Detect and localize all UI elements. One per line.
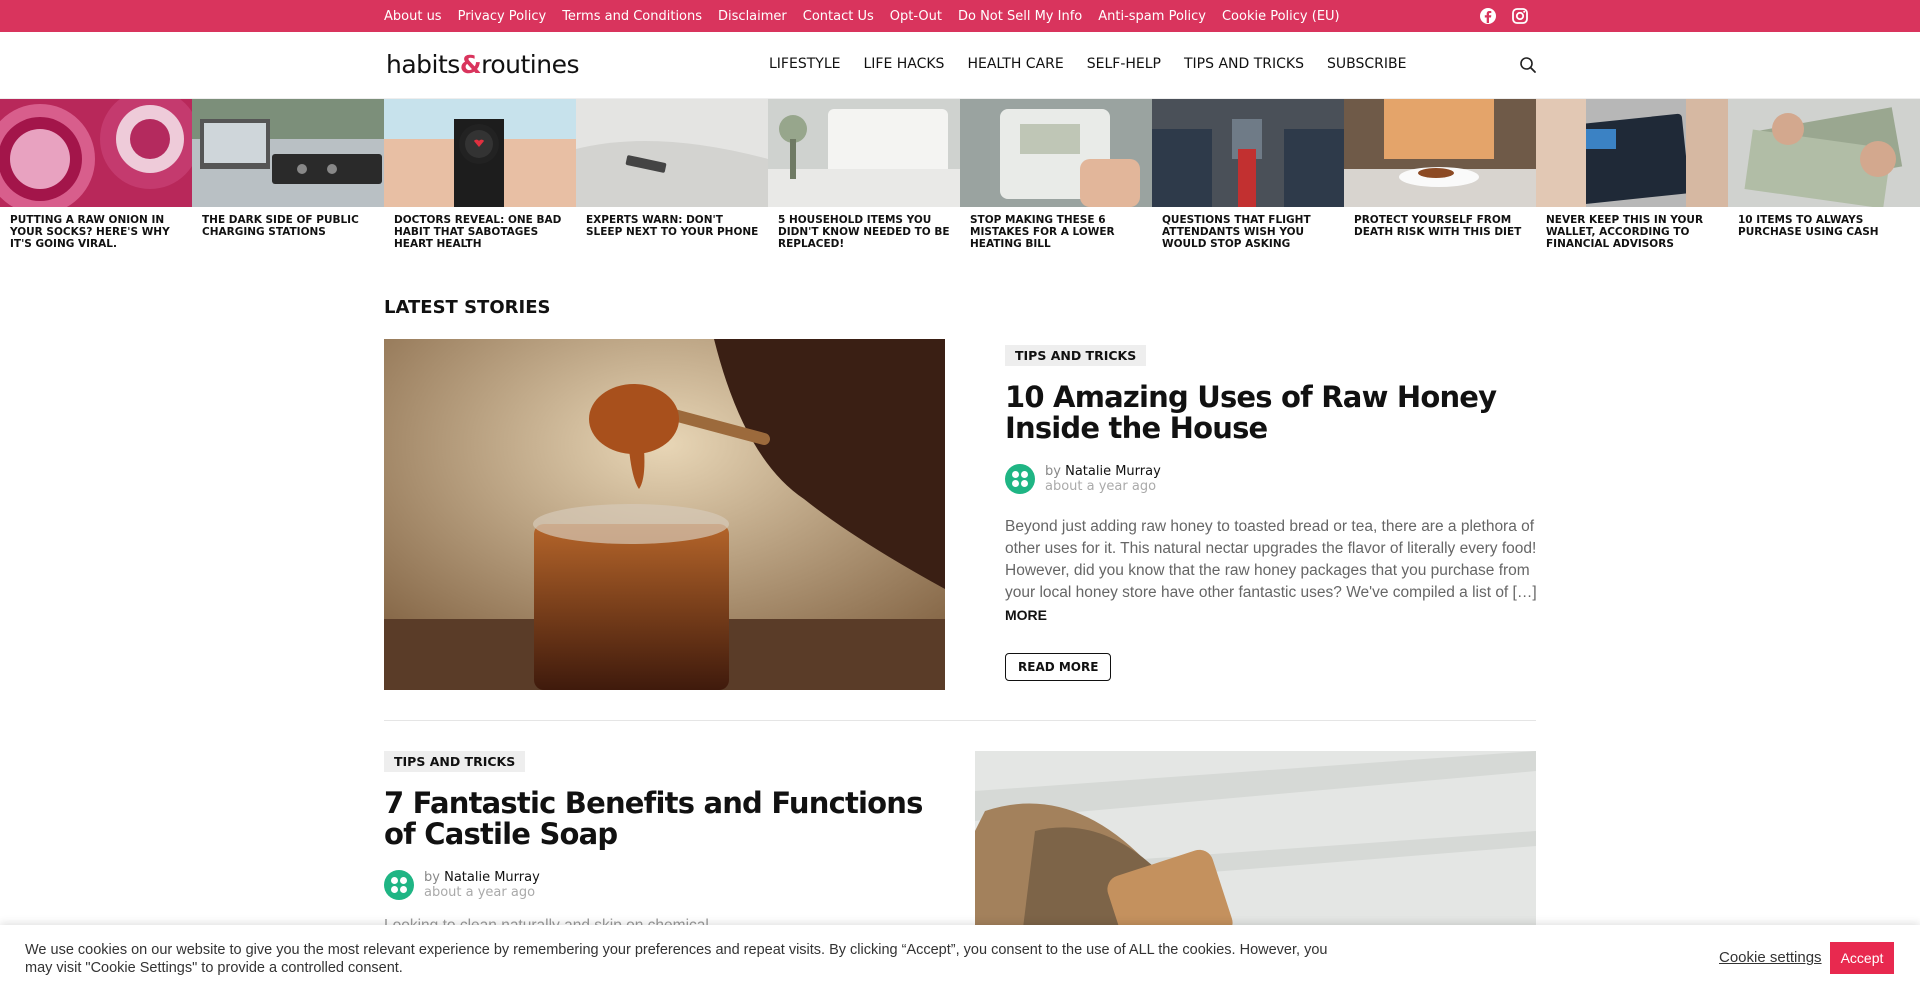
post-second: TIPS AND TRICKS 7 Fantastic Benefits and…: [384, 751, 924, 900]
strip-item[interactable]: EXPERTS WARN: DON'T SLEEP NEXT TO YOUR P…: [576, 99, 768, 259]
top-bar: About us Privacy Policy Terms and Condit…: [0, 0, 1920, 32]
strip-item[interactable]: DOCTORS REVEAL: ONE BAD HABIT THAT SABOT…: [384, 99, 576, 259]
strip-item[interactable]: 10 ITEMS TO ALWAYS PURCHASE USING CASH: [1728, 99, 1920, 259]
strip-caption: EXPERTS WARN: DON'T SLEEP NEXT TO YOUR P…: [586, 214, 759, 238]
strip-thumbnail: [1728, 99, 1920, 209]
post-featured-image[interactable]: [384, 339, 945, 690]
strip-caption: NEVER KEEP THIS IN YOUR WALLET, ACCORDIN…: [1546, 214, 1704, 250]
author-link[interactable]: Natalie Murray: [444, 870, 540, 885]
strip-thumbnail: [576, 99, 768, 207]
logo-text-routines: routines: [481, 50, 579, 79]
nav-self-help[interactable]: SELF-HELP: [1087, 56, 1161, 72]
read-more-button[interactable]: READ MORE: [1005, 653, 1112, 681]
link-do-not-sell[interactable]: Do Not Sell My Info: [958, 9, 1082, 24]
strip-item[interactable]: THE DARK SIDE OF PUBLIC CHARGING STATION…: [192, 99, 384, 259]
nav-tips-and-tricks[interactable]: TIPS AND TRICKS: [1184, 56, 1304, 72]
link-opt-out[interactable]: Opt-Out: [890, 9, 942, 24]
post-byline: by Natalie Murray about a year ago: [384, 870, 924, 900]
link-privacy-policy[interactable]: Privacy Policy: [458, 9, 547, 24]
post-title[interactable]: 10 Amazing Uses of Raw Honey Inside the …: [1005, 382, 1537, 444]
strip-thumbnail: [0, 89, 200, 214]
divider: [384, 720, 1536, 721]
strip-thumbnail: [768, 99, 960, 207]
strip-caption: DOCTORS REVEAL: ONE BAD HABIT THAT SABOT…: [394, 214, 562, 250]
category-badge[interactable]: TIPS AND TRICKS: [384, 751, 526, 772]
nav-health-care[interactable]: HEALTH CARE: [967, 56, 1063, 72]
strip-thumbnail: [384, 99, 576, 207]
section-title: LATEST STORIES: [384, 297, 551, 318]
post-featured: TIPS AND TRICKS 10 Amazing Uses of Raw H…: [1005, 345, 1537, 681]
post-excerpt: Beyond just adding raw honey to toasted …: [1005, 516, 1537, 627]
excerpt-text: Beyond just adding raw honey to toasted …: [1005, 518, 1537, 601]
avatar[interactable]: [384, 870, 414, 900]
strip-thumbnail: [1344, 99, 1536, 207]
post-date: about a year ago: [424, 885, 536, 900]
link-terms[interactable]: Terms and Conditions: [562, 9, 702, 24]
strip-caption: STOP MAKING THESE 6 MISTAKES FOR A LOWER…: [970, 214, 1115, 250]
strip-caption: PROTECT YOURSELF FROM DEATH RISK WITH TH…: [1354, 214, 1522, 238]
strip-caption: QUESTIONS THAT FLIGHT ATTENDANTS WISH YO…: [1162, 214, 1311, 250]
strip-thumbnail: [1536, 99, 1728, 207]
cookie-message: We use cookies on our website to give yo…: [25, 942, 1328, 976]
strip-caption: 5 HOUSEHOLD ITEMS YOU DIDN'T KNOW NEEDED…: [778, 214, 950, 250]
more-link[interactable]: MORE: [1005, 607, 1047, 623]
link-cookie-policy[interactable]: Cookie Policy (EU): [1222, 9, 1340, 24]
strip-item[interactable]: QUESTIONS THAT FLIGHT ATTENDANTS WISH YO…: [1152, 99, 1344, 259]
category-badge[interactable]: TIPS AND TRICKS: [1005, 345, 1147, 366]
author-link[interactable]: Natalie Murray: [1065, 464, 1161, 479]
top-links: About us Privacy Policy Terms and Condit…: [384, 0, 1356, 32]
strip-item[interactable]: STOP MAKING THESE 6 MISTAKES FOR A LOWER…: [960, 99, 1152, 259]
strip-item[interactable]: NEVER KEEP THIS IN YOUR WALLET, ACCORDIN…: [1536, 99, 1728, 259]
facebook-icon[interactable]: [1478, 6, 1498, 26]
nav-life-hacks[interactable]: LIFE HACKS: [863, 56, 944, 72]
post-date: about a year ago: [1045, 479, 1157, 494]
social-links: [1478, 6, 1530, 26]
strip-thumbnail: [1152, 99, 1344, 207]
accept-button[interactable]: Accept: [1830, 942, 1894, 974]
strip-caption: THE DARK SIDE OF PUBLIC CHARGING STATION…: [202, 214, 359, 238]
link-contact-us[interactable]: Contact Us: [803, 9, 874, 24]
logo-text-habits: habits: [386, 50, 460, 79]
strip-item[interactable]: PUTTING A RAW ONION IN YOUR SOCKS? HERE'…: [0, 89, 200, 259]
instagram-icon[interactable]: [1510, 6, 1530, 26]
avatar[interactable]: [1005, 464, 1035, 494]
site-header: habits&routines LIFESTYLE LIFE HACKS HEA…: [0, 32, 1920, 99]
post-byline: by Natalie Murray about a year ago: [1005, 464, 1537, 494]
strip-thumbnail: [192, 99, 384, 207]
trending-strip: PUTTING A RAW ONION IN YOUR SOCKS? HERE'…: [0, 89, 1920, 259]
main-nav: LIFESTYLE LIFE HACKS HEALTH CARE SELF-HE…: [769, 56, 1429, 72]
cookie-banner: We use cookies on our website to give yo…: [0, 925, 1920, 993]
cookie-settings-link[interactable]: Cookie settings: [1719, 949, 1822, 966]
post-title[interactable]: 7 Fantastic Benefits and Functions of Ca…: [384, 788, 924, 850]
search-icon[interactable]: [1518, 55, 1538, 75]
strip-caption: PUTTING A RAW ONION IN YOUR SOCKS? HERE'…: [10, 214, 170, 250]
byline-prefix: by: [1045, 464, 1061, 479]
link-about-us[interactable]: About us: [384, 9, 442, 24]
link-anti-spam[interactable]: Anti-spam Policy: [1098, 9, 1206, 24]
strip-item[interactable]: PROTECT YOURSELF FROM DEATH RISK WITH TH…: [1344, 99, 1536, 259]
byline-prefix: by: [424, 870, 440, 885]
logo-ampersand: &: [459, 50, 482, 79]
strip-item[interactable]: 5 HOUSEHOLD ITEMS YOU DIDN'T KNOW NEEDED…: [768, 99, 960, 259]
site-logo[interactable]: habits&routines: [386, 50, 579, 79]
nav-lifestyle[interactable]: LIFESTYLE: [769, 56, 840, 72]
strip-caption: 10 ITEMS TO ALWAYS PURCHASE USING CASH: [1738, 214, 1879, 238]
strip-thumbnail: [960, 99, 1152, 207]
link-disclaimer[interactable]: Disclaimer: [718, 9, 787, 24]
nav-subscribe[interactable]: SUBSCRIBE: [1327, 56, 1406, 72]
